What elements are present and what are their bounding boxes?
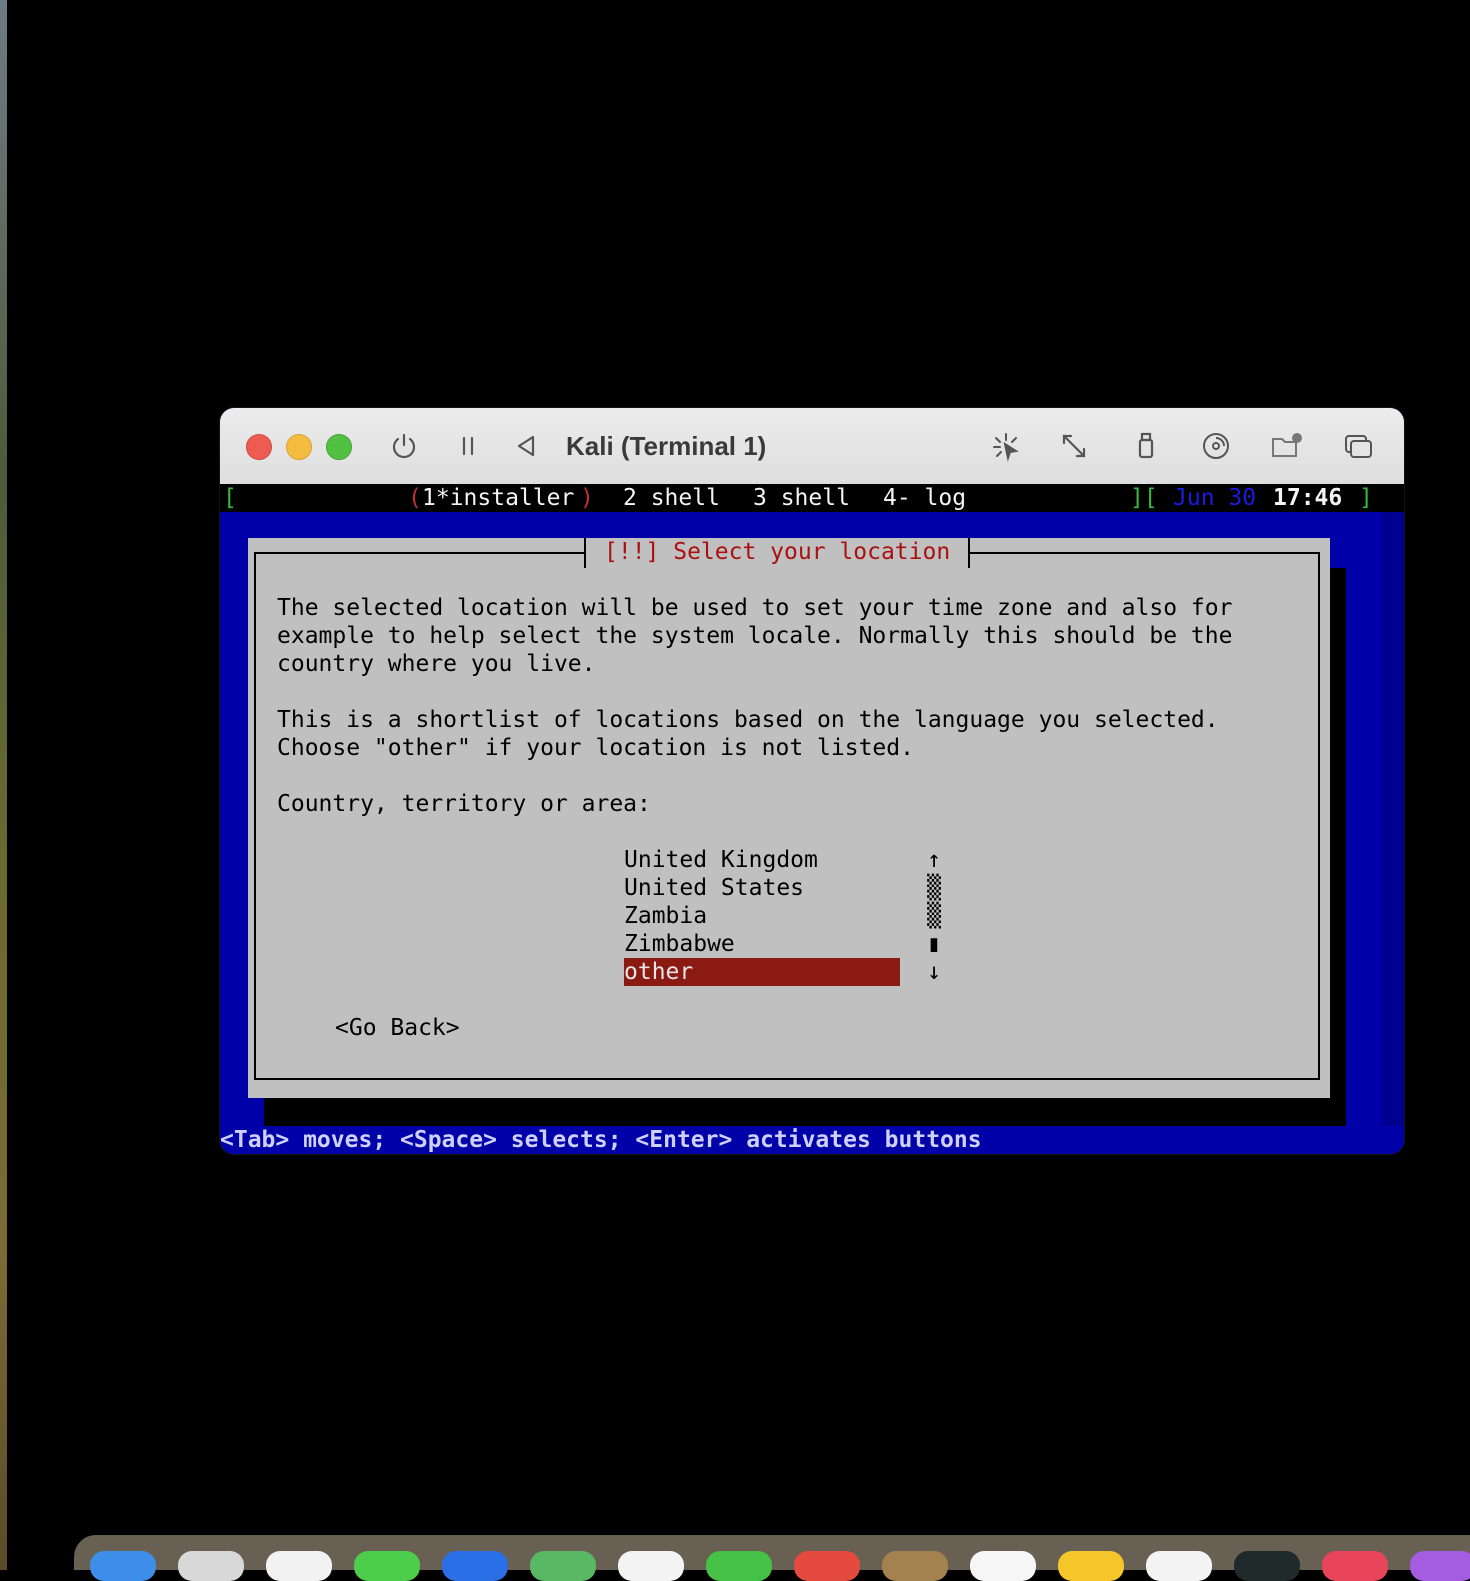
back-triangle-icon[interactable]	[510, 430, 542, 462]
tab-log[interactable]: 4- log	[883, 484, 966, 512]
dock	[74, 1535, 1470, 1581]
pause-icon[interactable]	[452, 430, 484, 462]
shared-folder-icon[interactable]	[1270, 430, 1302, 462]
windows-icon[interactable]	[1342, 430, 1374, 462]
dock-maps-icon[interactable]	[530, 1551, 596, 1581]
dock-facetime-icon[interactable]	[706, 1551, 772, 1581]
scroll-thumb-icon[interactable]: ▮	[922, 930, 946, 958]
list-scrollbar[interactable]: ↑ ▒ ▒ ▮ ↓	[922, 846, 946, 986]
list-item-zambia[interactable]: Zambia	[624, 902, 900, 930]
status-date: Jun 30	[1173, 485, 1257, 511]
tab-installer[interactable]: 1*installer	[422, 484, 574, 512]
dock-launchpad-icon[interactable]	[178, 1551, 244, 1581]
dock-reminders-icon[interactable]	[970, 1551, 1036, 1581]
status-paren-close: )	[580, 485, 594, 511]
disc-icon[interactable]	[1200, 430, 1232, 462]
go-back-button[interactable]: <Go Back>	[335, 1014, 460, 1042]
location-dialog: [!!] Select your location The selected l…	[248, 538, 1330, 1098]
fullscreen-icon[interactable]	[1058, 430, 1090, 462]
usb-icon[interactable]	[1130, 430, 1162, 462]
scroll-down-arrow-icon[interactable]: ↓	[922, 958, 946, 986]
title-bar: Kali (Terminal 1)	[220, 408, 1404, 485]
status-time: 17:46	[1273, 485, 1343, 511]
list-item-united-kingdom[interactable]: United Kingdom	[624, 846, 900, 874]
dock-finder-icon[interactable]	[90, 1551, 156, 1581]
zoom-window-button[interactable]	[326, 434, 352, 460]
dialog-title: [!!] Select your location	[584, 538, 971, 568]
tab-shell-2[interactable]: 2 shell	[623, 484, 720, 512]
key-hint-bar: <Tab> moves; <Space> selects; <Enter> ac…	[220, 1126, 1404, 1154]
tab-shell-3[interactable]: 3 shell	[753, 484, 850, 512]
status-mid-bracket: ][	[1130, 485, 1158, 511]
status-open-bracket: [	[223, 485, 237, 511]
list-item-zimbabwe[interactable]: Zimbabwe	[624, 930, 900, 958]
screen-status-bar: [ ( 1*installer ) 2 shell 3 shell 4- log…	[220, 484, 1404, 512]
power-icon[interactable]	[388, 430, 420, 462]
close-window-button[interactable]	[246, 434, 272, 460]
scroll-up-arrow-icon[interactable]: ↑	[922, 846, 946, 874]
dock-safari-icon[interactable]	[266, 1551, 332, 1581]
capture-input-icon[interactable]	[990, 430, 1022, 462]
dock-stocks-icon[interactable]	[1234, 1551, 1300, 1581]
status-paren-open: (	[408, 485, 422, 511]
desktop-edge	[0, 0, 7, 1570]
dock-music-icon[interactable]	[1322, 1551, 1388, 1581]
status-close-bracket: ]	[1359, 485, 1373, 511]
dialog-shadow-right	[1330, 568, 1346, 1126]
vm-window: Kali (Terminal 1) [ ( 1*installer ) 2 sh…	[220, 408, 1404, 1154]
list-item-united-states[interactable]: United States	[624, 874, 900, 902]
terminal-screen[interactable]: [ ( 1*installer ) 2 shell 3 shell 4- log…	[220, 484, 1404, 1154]
dock-calendar-icon[interactable]	[794, 1551, 860, 1581]
dock-photos-icon[interactable]	[618, 1551, 684, 1581]
dock-mail-icon[interactable]	[442, 1551, 508, 1581]
list-item-other[interactable]: other	[624, 958, 900, 986]
dock-podcasts-icon[interactable]	[1410, 1551, 1470, 1581]
dock-contacts-icon[interactable]	[882, 1551, 948, 1581]
right-margin	[1382, 512, 1404, 1154]
country-list[interactable]: United Kingdom United States Zambia Zimb…	[624, 846, 900, 986]
dialog-shadow-bottom	[264, 1098, 1346, 1126]
scroll-track-icon: ▒	[927, 903, 941, 929]
scroll-track-icon: ▒	[927, 875, 941, 901]
dock-notes-icon[interactable]	[1058, 1551, 1124, 1581]
dialog-description: The selected location will be used to se…	[277, 595, 1233, 817]
minimize-window-button[interactable]	[286, 434, 312, 460]
dock-messages-icon[interactable]	[354, 1551, 420, 1581]
window-title: Kali (Terminal 1)	[566, 431, 767, 461]
dock-freeform-icon[interactable]	[1146, 1551, 1212, 1581]
